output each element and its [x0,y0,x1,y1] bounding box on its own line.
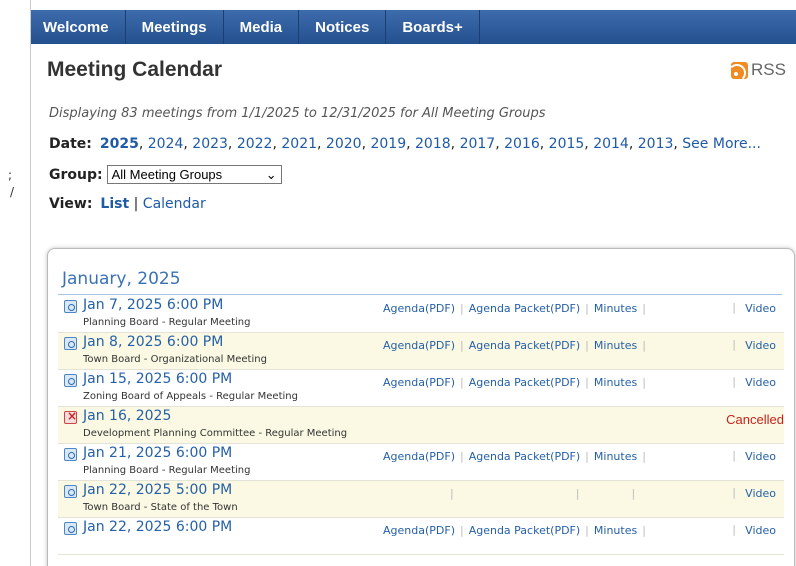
agenda-packet-link[interactable]: Agenda Packet(PDF) [464,376,585,389]
calendar-icon[interactable] [64,374,77,387]
minutes-link[interactable]: Minutes [589,376,642,389]
cancelled-status: Cancelled [726,412,784,427]
nav-media[interactable]: Media [224,10,300,44]
edge-glyph: ; [8,168,13,182]
nav-notices[interactable]: Notices [299,10,387,44]
year-link-2020[interactable]: 2020 [326,136,362,152]
calendar-icon[interactable] [64,448,77,461]
agenda-packet-link[interactable]: Agenda Packet(PDF) [464,302,585,315]
document-links: Agenda(PDF) | Agenda Packet(PDF) | Minutes | [378,339,646,352]
nav-welcome[interactable]: Welcome [31,10,126,44]
left-margin: ; / [0,0,22,566]
meeting-description: Development Planning Committee - Regular… [83,428,348,439]
meeting-datetime[interactable]: Jan 7, 2025 6:00 PM [83,297,223,313]
page-title: Meeting Calendar [47,58,223,81]
meeting-row: Jan 8, 2025 6:00 PM Town Board - Organiz… [58,333,784,370]
nav-boards[interactable]: Boards+ [386,10,480,44]
group-select[interactable]: All Meeting Groups ⌄ [106,165,282,184]
rss-label: RSS [751,60,786,79]
video-link[interactable]: Video [745,450,776,463]
agenda-link[interactable]: Agenda(PDF) [378,524,460,537]
year-link-2015[interactable]: 2015 [549,136,585,152]
document-links: Agenda(PDF) | Agenda Packet(PDF) | Minutes | [378,376,646,389]
meeting-datetime[interactable]: Jan 22, 2025 6:00 PM [83,519,232,535]
meeting-row: Jan 15, 2025 6:00 PM Zoning Board of App… [58,370,784,407]
meeting-row: Jan 22, 2025 6:00 PM Agenda(PDF) | Agenda … [58,518,784,555]
results-summary: Displaying 83 meetings from 1/1/2025 to … [49,106,546,121]
meeting-datetime[interactable]: Jan 16, 2025 [83,408,171,424]
minutes-link[interactable]: Minutes [589,524,642,537]
meeting-datetime[interactable]: Jan 15, 2025 6:00 PM [83,371,232,387]
group-label: Group: [49,166,103,183]
year-link-2016[interactable]: 2016 [504,136,540,152]
rss-icon [731,61,749,79]
calendar-icon[interactable] [64,522,77,535]
group-select-value: All Meeting Groups [111,167,223,182]
calendar-icon[interactable] [64,337,77,350]
meeting-datetime[interactable]: Jan 8, 2025 6:00 PM [83,334,223,350]
document-links: Agenda(PDF) | Agenda Packet(PDF) | Minutes | [378,450,646,463]
page-frame: Welcome Meetings Media Notices Boards+ M… [30,0,796,566]
minutes-link[interactable]: Minutes [589,302,642,315]
meeting-description: Town Board - State of the Town [83,502,238,513]
rss-link[interactable]: RSS [731,60,786,80]
date-filter: Date: 2025, 2024, 2023, 2022, 2021, 2020,… [49,136,761,152]
year-link-2021[interactable]: 2021 [281,136,317,152]
year-link-2024[interactable]: 2024 [148,136,184,152]
meeting-row: Jan 22, 2025 5:00 PM Town Board - State … [58,481,784,518]
agenda-link[interactable]: Agenda(PDF) [378,339,460,352]
meeting-description: Town Board - Organizational Meeting [83,354,267,365]
year-link-2023[interactable]: 2023 [192,136,228,152]
meeting-row: Jan 16, 2025 Development Planning Commit… [58,407,784,444]
nav-meetings[interactable]: Meetings [126,10,224,44]
meeting-description: Planning Board - Regular Meeting [83,317,251,328]
video-link[interactable]: Video [745,487,776,500]
month-heading: January, 2025 [62,269,181,289]
video-link[interactable]: Video [745,339,776,352]
meeting-row: Jan 21, 2025 6:00 PM Planning Board - Re… [58,444,784,481]
agenda-packet-link[interactable]: Agenda Packet(PDF) [464,339,585,352]
minutes-link[interactable]: Minutes [589,339,642,352]
agenda-link[interactable]: Agenda(PDF) [378,302,460,315]
agenda-packet-link[interactable]: Agenda Packet(PDF) [464,450,585,463]
meeting-datetime[interactable]: Jan 22, 2025 5:00 PM [83,482,232,498]
date-label: Date: [49,136,92,152]
year-link-2014[interactable]: 2014 [593,136,629,152]
document-links: Agenda(PDF) | Agenda Packet(PDF) | Minutes | [378,302,646,315]
year-link-2013[interactable]: 2013 [638,136,674,152]
minutes-link[interactable]: Minutes [589,450,642,463]
document-links: Agenda(PDF) | Agenda Packet(PDF) | Minutes | [378,524,646,537]
year-link-2018[interactable]: 2018 [415,136,451,152]
year-link-2019[interactable]: 2019 [370,136,406,152]
meeting-list: Jan 7, 2025 6:00 PM Planning Board - Reg… [58,296,784,555]
view-label: View: [49,196,93,212]
meeting-datetime[interactable]: Jan 21, 2025 6:00 PM [83,445,232,461]
view-switch: View: List | Calendar [49,196,206,212]
see-more-link[interactable]: See More... [682,136,761,152]
agenda-link[interactable]: Agenda(PDF) [378,376,460,389]
video-link[interactable]: Video [745,524,776,537]
document-links: | | | [450,487,636,500]
divider [58,294,782,295]
calendar-icon[interactable] [64,300,77,313]
agenda-link[interactable]: Agenda(PDF) [378,450,460,463]
view-list-link[interactable]: List [100,196,129,212]
video-link[interactable]: Video [745,302,776,315]
top-nav: Welcome Meetings Media Notices Boards+ [31,10,796,44]
agenda-packet-link[interactable]: Agenda Packet(PDF) [464,524,585,537]
year-link-2017[interactable]: 2017 [460,136,496,152]
meeting-description: Planning Board - Regular Meeting [83,465,251,476]
year-link-2025[interactable]: 2025 [100,136,139,152]
cancelled-icon [64,409,77,424]
year-link-2022[interactable]: 2022 [237,136,273,152]
view-calendar-link[interactable]: Calendar [143,196,206,212]
chevron-down-icon: ⌄ [265,166,277,182]
calendar-icon[interactable] [64,485,77,498]
group-filter: Group: All Meeting Groups ⌄ [49,165,282,184]
meeting-row: Jan 7, 2025 6:00 PM Planning Board - Reg… [58,296,784,333]
meeting-list-panel: January, 2025 Jan 7, 2025 6:00 PM Planni… [47,248,795,566]
edge-glyph: / [10,185,15,199]
video-link[interactable]: Video [745,376,776,389]
meeting-description: Zoning Board of Appeals - Regular Meetin… [83,391,298,402]
